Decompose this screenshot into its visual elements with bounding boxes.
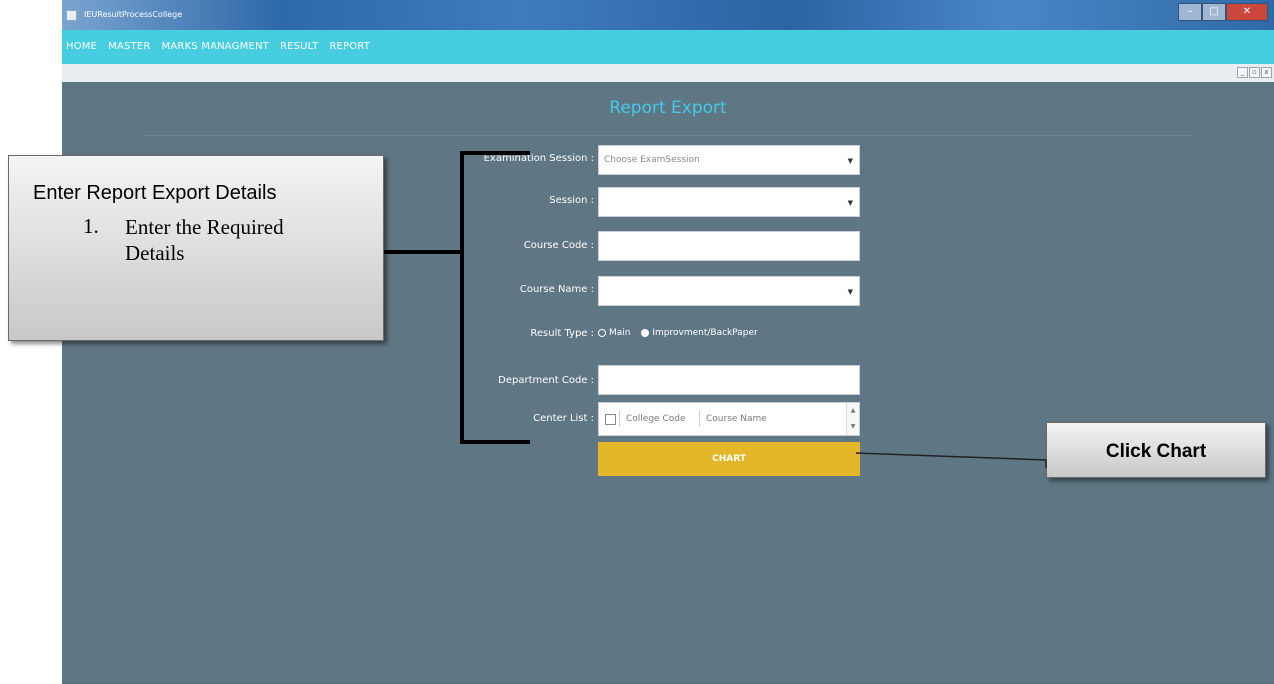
menu-item-report[interactable]: REPORT	[329, 41, 370, 52]
scroll-down-icon[interactable]: ▼	[847, 419, 859, 435]
app-icon	[66, 10, 77, 21]
maximize-button[interactable]: □	[1202, 3, 1226, 21]
minimize-button[interactable]: –	[1178, 3, 1202, 21]
title-divider	[142, 135, 1192, 136]
menu-bar: HOME MASTER MARKS MANAGMENT RESULT REPOR…	[62, 30, 1274, 64]
details-callout: Enter Report Export Details 1. Enter the…	[8, 155, 384, 341]
session-select[interactable]: ▼	[598, 187, 860, 217]
department-code-input[interactable]	[598, 365, 860, 395]
exam-session-label: Examination Session :	[483, 153, 594, 164]
window-title: IEUResultProcessCollege	[84, 10, 183, 19]
menu-item-home[interactable]: HOME	[66, 41, 97, 52]
exam-session-select[interactable]: Choose ExamSession ▼	[598, 145, 860, 175]
callout-step-text: Enter the Required Details	[125, 215, 284, 265]
column-header-course-name[interactable]: Course Name	[699, 411, 773, 427]
exam-session-placeholder: Choose ExamSession	[604, 155, 700, 165]
window-titlebar: IEUResultProcessCollege – □ ✕	[62, 0, 1274, 30]
menu-item-result[interactable]: RESULT	[280, 41, 318, 52]
radio-improvment-backpaper-label: Improvment/BackPaper	[652, 328, 758, 338]
radio-improvment-backpaper[interactable]	[641, 329, 650, 337]
department-code-label: Department Code :	[498, 375, 594, 386]
mdi-control-strip: _ ▫ x	[62, 64, 1274, 82]
chart-callout-text: Click Chart	[1105, 441, 1207, 462]
chevron-down-icon: ▼	[847, 199, 853, 207]
chart-button[interactable]: CHART	[598, 442, 860, 476]
mdi-restore-button[interactable]: ▫	[1249, 67, 1260, 78]
chart-callout: Click Chart	[1046, 422, 1266, 478]
course-code-input[interactable]	[598, 231, 860, 261]
menu-item-master[interactable]: MASTER	[108, 41, 150, 52]
mdi-close-button[interactable]: x	[1261, 67, 1272, 78]
page-title: Report Export	[609, 98, 727, 118]
chevron-down-icon: ▼	[847, 157, 853, 165]
center-list-scrollbar[interactable]: ▲ ▼	[846, 403, 859, 435]
radio-main[interactable]	[598, 329, 606, 337]
app-window: IEUResultProcessCollege – □ ✕ HOME MASTE…	[62, 0, 1274, 684]
course-code-label: Course Code :	[523, 240, 594, 251]
course-name-label: Course Name :	[519, 284, 594, 295]
menu-item-marks-managment[interactable]: MARKS MANAGMENT	[162, 41, 269, 52]
center-list-label: Center List :	[533, 413, 594, 424]
chevron-down-icon: ▼	[847, 288, 853, 296]
mdi-minimize-button[interactable]: _	[1237, 67, 1248, 78]
window-controls: – □ ✕	[1178, 3, 1268, 21]
callout-step-number: 1.	[83, 214, 99, 238]
select-all-checkbox[interactable]	[605, 414, 616, 425]
scroll-up-icon[interactable]: ▲	[847, 403, 859, 419]
callout-title: Enter Report Export Details	[33, 182, 277, 204]
session-label: Session :	[549, 195, 594, 206]
course-name-select[interactable]: ▼	[598, 276, 860, 306]
radio-main-label: Main	[609, 328, 631, 338]
center-list-grid[interactable]: College Code Course Name ▲ ▼	[598, 402, 860, 436]
close-button[interactable]: ✕	[1226, 3, 1268, 21]
result-type-label: Result Type :	[530, 328, 594, 339]
column-header-college-code[interactable]: College Code	[619, 411, 691, 427]
result-type-group: Main Improvment/BackPaper	[598, 328, 766, 339]
